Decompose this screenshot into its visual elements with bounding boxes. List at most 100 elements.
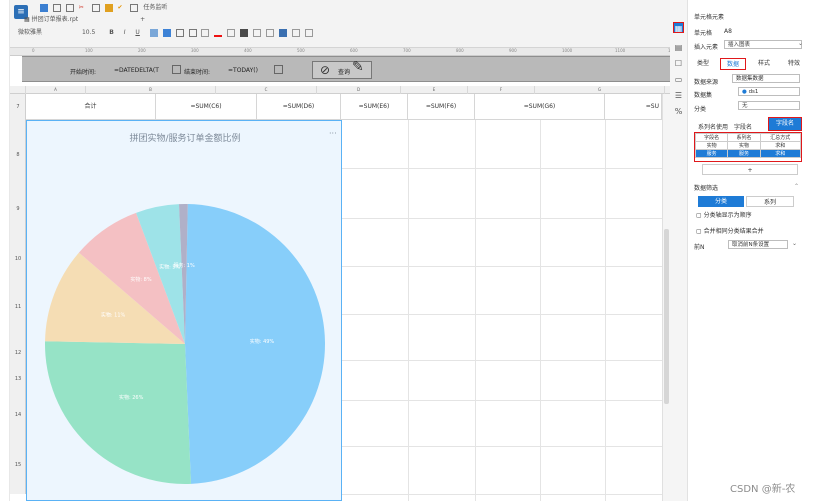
save-icon[interactable]	[40, 3, 48, 12]
insert-shape-icon[interactable]	[291, 28, 300, 37]
row-header-cell[interactable]: 12	[10, 350, 26, 356]
column-header-cell[interactable]: F	[468, 86, 535, 94]
topn-label: 前N	[694, 244, 705, 251]
merge-icon[interactable]	[227, 28, 236, 37]
left-gutter	[0, 0, 10, 501]
add-tab-button[interactable]: +	[140, 16, 145, 23]
tab-effect[interactable]: 特效	[782, 58, 806, 70]
calendar-icon[interactable]	[172, 65, 181, 74]
grid-line	[341, 314, 671, 315]
pie-slice[interactable]	[45, 341, 191, 484]
font-color-icon[interactable]	[214, 29, 223, 37]
tab-style[interactable]: 样式	[752, 58, 776, 70]
pie-chart: 实物: 49%实物: 26%实物: 11%实物: 8%实物: 5%服务: 1%	[45, 204, 326, 484]
series-name-tab[interactable]: 系列名使用	[698, 122, 728, 131]
add-series-button[interactable]: +	[702, 164, 798, 175]
fill-color-icon[interactable]	[201, 28, 210, 37]
table-row-selected[interactable]: 服务 服务 求和	[694, 149, 802, 158]
table-cell[interactable]: 实物	[727, 141, 761, 150]
table-cell[interactable]: 服务	[694, 149, 729, 158]
align-right-icon[interactable]	[175, 28, 184, 37]
row-header-cell[interactable]: 11	[10, 304, 26, 310]
column-header-cell[interactable]: B	[86, 86, 216, 94]
underline-button[interactable]: U	[135, 29, 139, 36]
column-header-cell[interactable]: A	[26, 86, 86, 94]
insert-text-icon[interactable]	[304, 28, 313, 37]
insert-image-icon[interactable]	[266, 28, 275, 37]
filter-option-1[interactable]: ▢ 分类轴显示为顺序	[696, 210, 752, 219]
template-icon[interactable]: ▭	[673, 74, 684, 85]
row-header-cell[interactable]: 9	[10, 206, 26, 212]
column-header-cell[interactable]	[10, 86, 26, 94]
dataset-select[interactable]: ● ds1	[738, 87, 800, 96]
column-header-cell[interactable]: G	[535, 86, 665, 94]
insert-link-icon[interactable]	[253, 28, 262, 37]
table-cell[interactable]: 实物	[694, 141, 729, 150]
link-icon[interactable]: %	[673, 106, 684, 117]
paste-icon[interactable]	[104, 3, 113, 12]
tab-data[interactable]: 数据	[720, 58, 746, 70]
preview-icon[interactable]	[130, 3, 139, 12]
table-cell[interactable]: 求和	[759, 141, 802, 150]
report-header-band: 开始时间: =DATEDELTA(T 结束时间: =TODAY() ⊘ 查询 ✎	[22, 56, 670, 82]
start-time-label: 开始时间:	[70, 69, 97, 76]
search-icon: ⊘	[320, 63, 331, 77]
checkbox-label: 分类轴显示为顺序	[703, 212, 752, 219]
checkbox[interactable]: ▢	[696, 228, 702, 235]
font-select[interactable]: 微软雅黑	[18, 29, 42, 36]
column-header-cell[interactable]: C	[216, 86, 317, 94]
row-header: 7 8 9 10 11 12 13 14 15	[10, 94, 26, 494]
collapse-icon[interactable]: ⌃	[794, 183, 799, 190]
filter-tab-series[interactable]: 系列	[746, 196, 794, 207]
insert-table-icon[interactable]	[240, 28, 249, 37]
column-header-cell[interactable]: D	[317, 86, 401, 94]
cell-element-icon[interactable]: ▦	[673, 22, 684, 33]
ruler-tick: 900	[509, 48, 517, 53]
pie-slice-label: 实物: 49%	[250, 338, 275, 345]
format-brush-icon[interactable]: ✔	[118, 4, 126, 12]
column-header-cell[interactable]: E	[401, 86, 468, 94]
checkbox[interactable]: ▢	[696, 212, 702, 219]
italic-button[interactable]: I	[124, 29, 126, 36]
filter-tab-category[interactable]: 分类	[698, 196, 744, 207]
category-select[interactable]: 无	[738, 101, 800, 110]
style-icon[interactable]: ☰	[673, 90, 684, 101]
cut-icon[interactable]: ✂	[79, 4, 87, 12]
data-source-select[interactable]: 数据集数据	[732, 74, 800, 83]
row-header-cell[interactable]: 15	[10, 462, 26, 468]
table-cell[interactable]: 服务	[727, 149, 761, 158]
bold-button[interactable]: B	[109, 29, 114, 36]
insert-element-select[interactable]: 插入图表	[724, 40, 802, 49]
insert-chart-icon[interactable]	[278, 28, 287, 37]
tab-type[interactable]: 类型	[692, 58, 714, 70]
end-time-param[interactable]: =TODAY()	[228, 67, 258, 74]
redo-icon[interactable]	[65, 3, 74, 12]
row-header-cell[interactable]: 7	[10, 104, 26, 110]
scrollbar-thumb[interactable]	[664, 229, 669, 404]
table-row[interactable]: 实物 实物 求和	[694, 141, 802, 150]
vertical-scrollbar[interactable]	[662, 94, 670, 501]
start-time-param[interactable]: =DATEDELTA(T	[114, 67, 159, 74]
row-header-cell[interactable]: 14	[10, 412, 26, 418]
cell-attr-icon[interactable]: ▤	[673, 42, 684, 53]
filter-option-2[interactable]: ▢ 合并相同分类结果合并	[696, 226, 764, 235]
task-listen-button[interactable]: 任务监听	[143, 4, 167, 11]
font-size-select[interactable]: 10.5	[82, 29, 95, 36]
table-cell[interactable]: 求和	[759, 149, 802, 158]
field-name-tab-active[interactable]: 字段名	[768, 117, 802, 131]
calendar-icon[interactable]	[274, 65, 283, 74]
topn-select[interactable]: 取消前N条设置	[728, 240, 788, 249]
undo-icon[interactable]	[52, 3, 61, 12]
align-left-icon[interactable]	[149, 28, 158, 37]
file-tab[interactable]: 拼团订单报表.rpt	[32, 16, 79, 23]
widget-icon[interactable]: ☐	[673, 58, 684, 69]
row-header-cell[interactable]: 10	[10, 256, 26, 262]
field-name-tab[interactable]: 字段名	[734, 122, 752, 131]
row-header-cell[interactable]: 13	[10, 376, 26, 382]
pie-chart-container[interactable]: 拼团实物/服务订单金额比例 ··· 实物: 49% 实物: 26% 实物: 11% 实…	[26, 120, 342, 501]
toolbar: ≡ ✂ ✔ 任务监听 ▦ 拼团订单报表.rpt + 微软雅黑 10.5 B I …	[10, 0, 670, 48]
copy-icon[interactable]	[91, 3, 100, 12]
row-header-cell[interactable]: 8	[10, 152, 26, 158]
border-icon[interactable]	[188, 28, 197, 37]
align-center-icon[interactable]	[162, 28, 171, 37]
